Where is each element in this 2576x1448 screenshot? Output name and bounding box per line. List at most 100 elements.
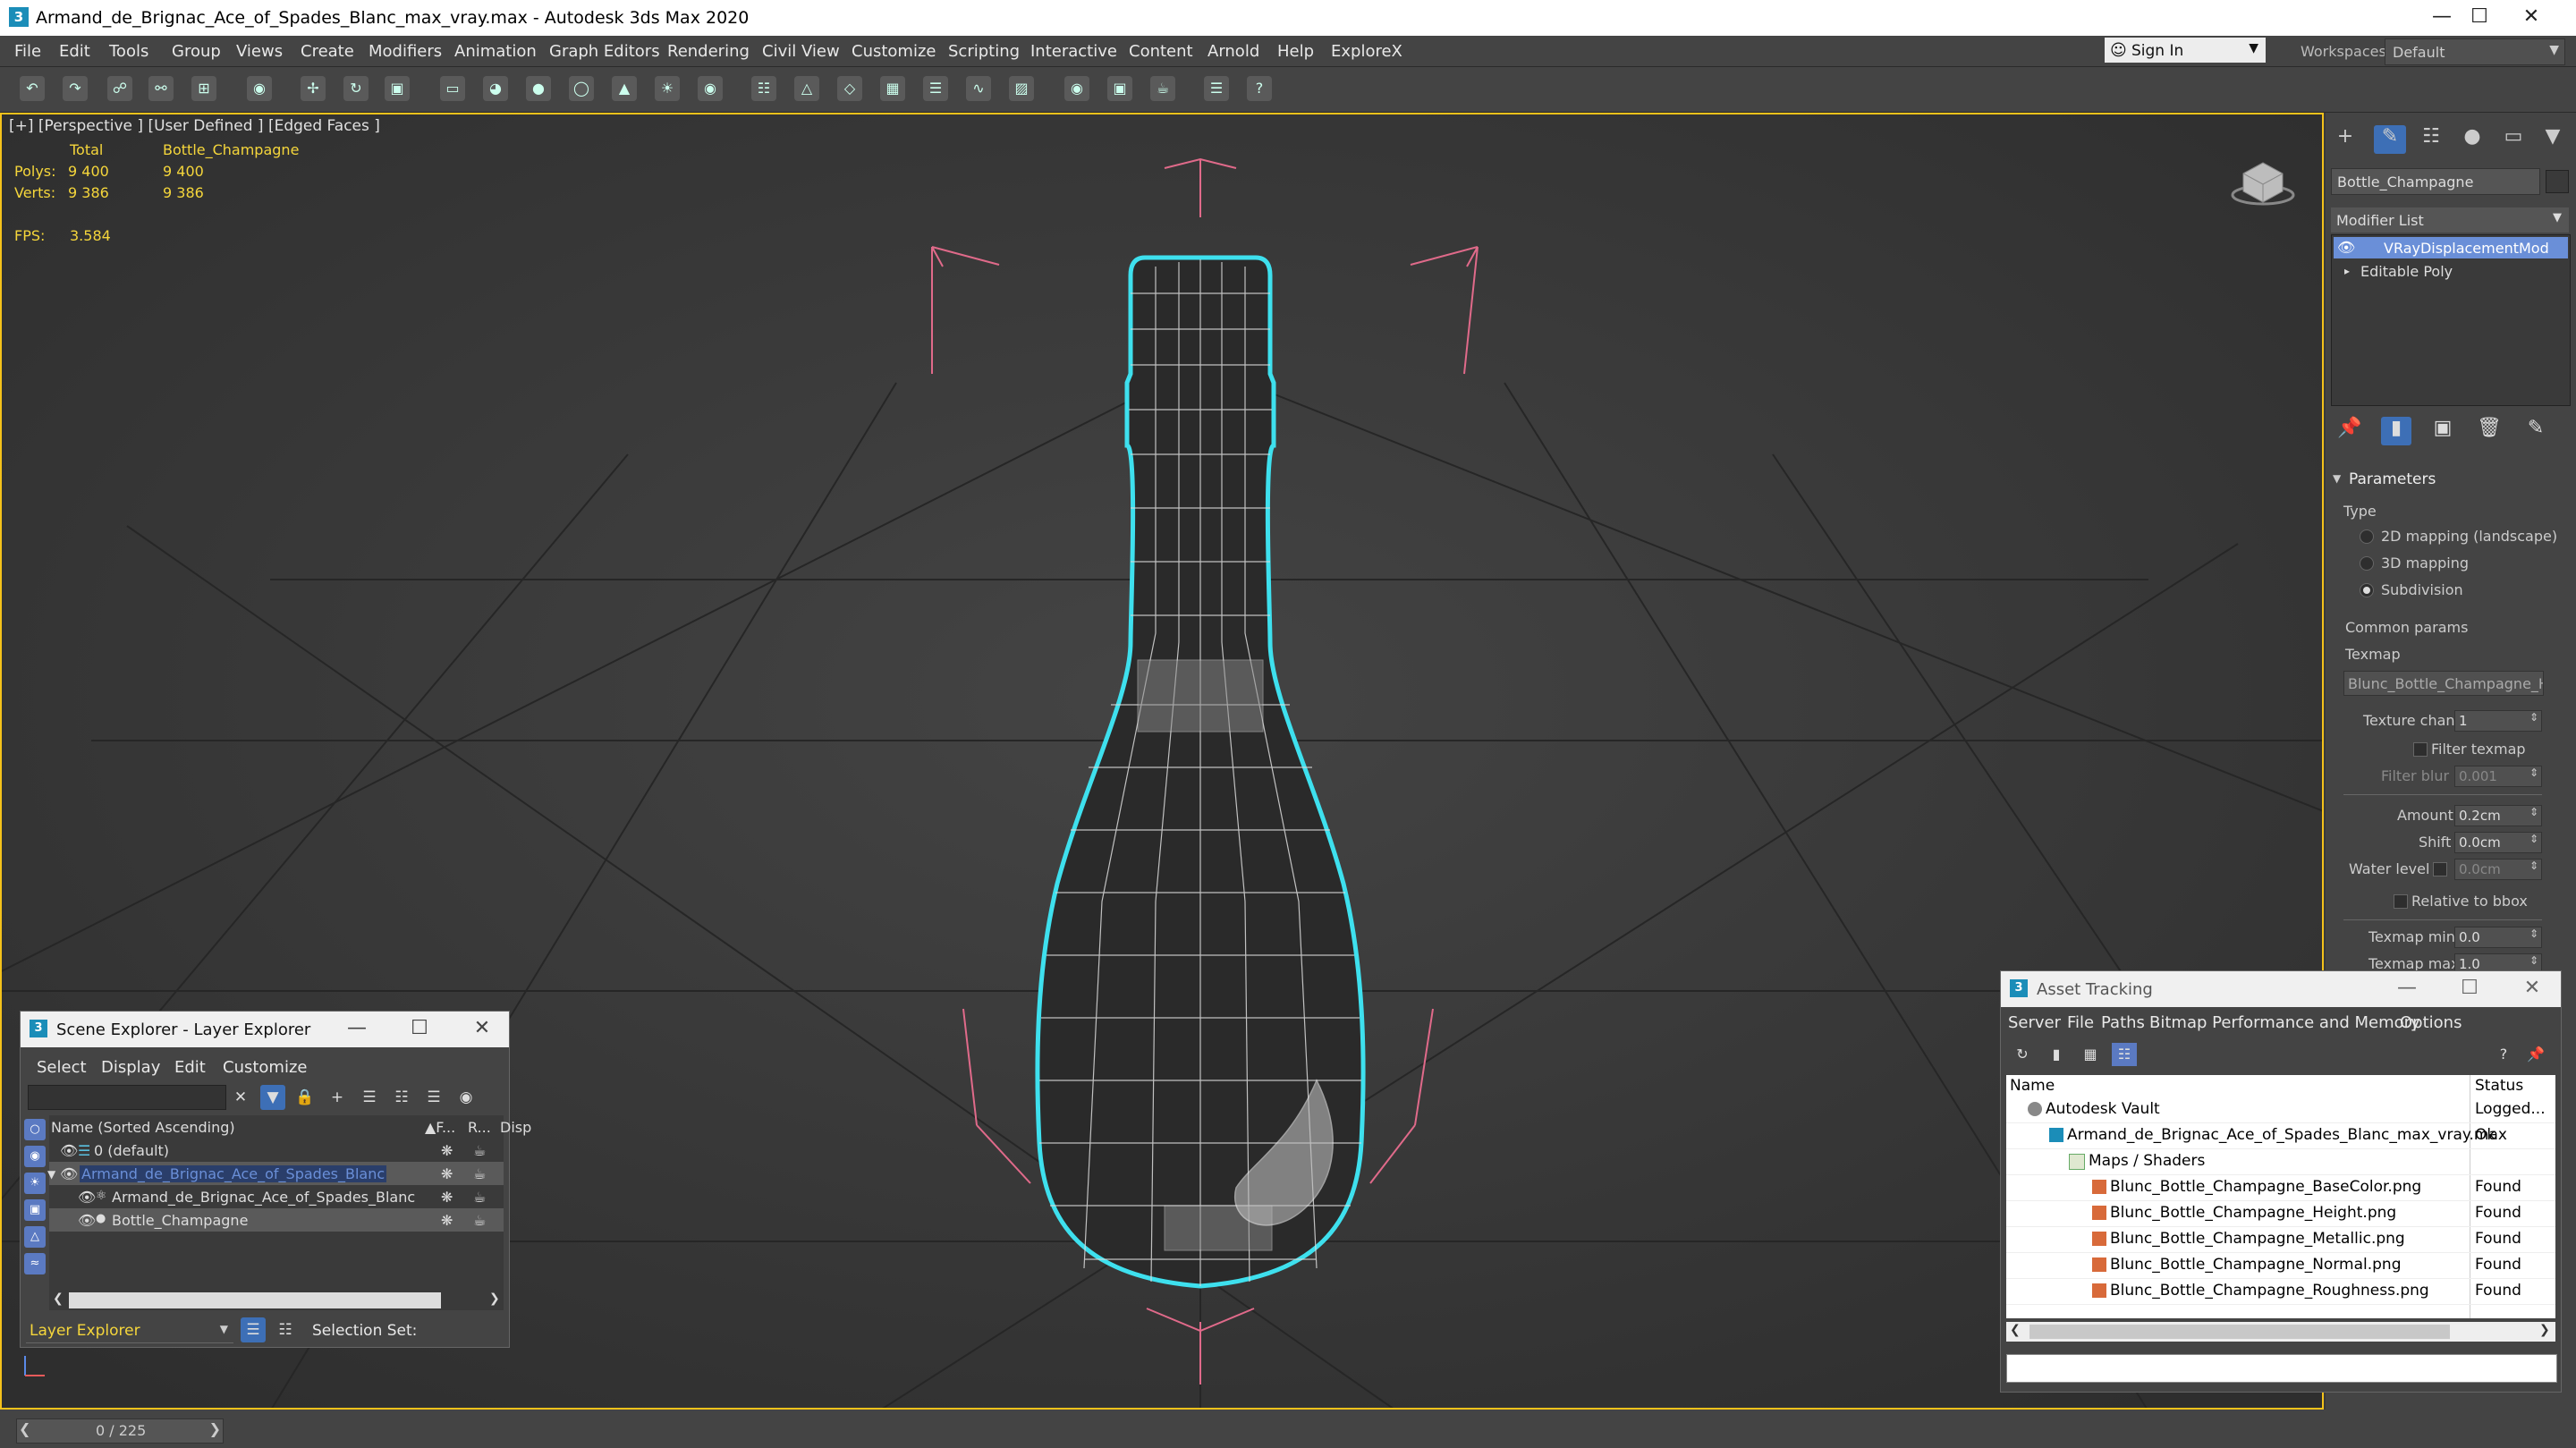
hierarchy-tab-icon[interactable]: ☷ (2415, 125, 2447, 154)
shift-spinner[interactable]: 0.0cm ⇕ (2454, 832, 2542, 853)
at-menu-file[interactable]: File (2067, 1013, 2094, 1032)
highlight-layer-icon[interactable]: ◉ (453, 1085, 479, 1110)
spinner-arrows-icon[interactable]: ⇕ (2529, 711, 2538, 724)
asset-row-max-file[interactable]: Armand_de_Brignac_Ace_of_Spades_Blanc_ma… (2006, 1122, 2555, 1149)
stack-item-vraydisplacementmod[interactable]: 👁 VRayDisplacementMod (2334, 237, 2568, 258)
menu-tools[interactable]: Tools (109, 42, 148, 61)
angle-snap-icon[interactable]: △ (794, 76, 819, 101)
explorer-type-dropdown[interactable]: Layer Explorer ▼ (26, 1319, 233, 1343)
make-unique-icon[interactable]: ▣ (2428, 417, 2458, 445)
sign-in-button[interactable]: ☺ Sign In ▼ (2105, 38, 2266, 63)
status-column-header[interactable]: Status (2475, 1077, 2523, 1095)
select-move-icon[interactable]: ✢ (301, 76, 326, 101)
pin-stack-icon[interactable]: 📌 (2334, 417, 2365, 445)
search-input[interactable] (28, 1085, 226, 1110)
se-menu-display[interactable]: Display (101, 1058, 160, 1077)
close-icon[interactable]: ✕ (2514, 975, 2550, 1002)
display-none-icon[interactable]: ○ (24, 1119, 46, 1140)
relative-to-bbox-checkbox[interactable] (2394, 894, 2408, 909)
texture-chan-spinner[interactable]: 1 ⇕ (2454, 710, 2542, 732)
tree-row-armand-object[interactable]: 👁 ⚛ Armand_de_Brignac_Ace_of_Spades_Blan… (49, 1185, 504, 1208)
scroll-left-icon[interactable]: ❮ (2010, 1323, 2021, 1337)
horizontal-scrollbar[interactable]: ❮ ❯ (2006, 1322, 2555, 1342)
previous-frame-icon[interactable]: ❮ (19, 1420, 30, 1437)
spinner-arrows-icon[interactable]: ⇕ (2529, 954, 2538, 967)
radio-subdivision[interactable] (2360, 583, 2374, 597)
layer-explorer-icon[interactable]: ☰ (241, 1317, 266, 1342)
motion-tab-icon[interactable]: ● (2456, 125, 2488, 154)
asset-row-normal[interactable]: Blunc_Bottle_Champagne_Normal.png Found (2006, 1252, 2555, 1279)
eye-icon[interactable]: 👁 (60, 1165, 78, 1182)
at-menu-server[interactable]: Server (2008, 1013, 2061, 1032)
name-column-header[interactable]: Name (Sorted Ascending) (51, 1119, 235, 1136)
scroll-right-icon[interactable]: ❯ (2539, 1323, 2550, 1337)
hierarchy-view-icon[interactable]: ☷ (273, 1317, 298, 1342)
pin-icon[interactable]: 📌 (2523, 1043, 2548, 1066)
utilities-tab-icon[interactable]: ▼ (2537, 125, 2569, 154)
tree-row-armand-layer[interactable]: ▼ 👁 Armand_de_Brignac_Ace_of_Spades_Blan… (47, 1162, 504, 1185)
freeze-icon[interactable]: ❋ (441, 1212, 453, 1229)
asset-row-vault[interactable]: Autodesk Vault Logged... (2006, 1097, 2555, 1123)
snap-icon[interactable]: ☷ (751, 76, 776, 101)
menu-create[interactable]: Create (301, 42, 354, 61)
eye-icon[interactable]: 👁 (60, 1142, 78, 1159)
table-view-icon[interactable]: ▦ (2078, 1043, 2103, 1066)
spinner-arrows-icon[interactable]: ⇕ (2529, 806, 2538, 818)
scrollbar-thumb[interactable] (2029, 1325, 2450, 1339)
name-column-header[interactable]: Name (2010, 1077, 2055, 1095)
menu-explorex[interactable]: ExploreX (1331, 42, 1402, 61)
asset-row-metallic[interactable]: Blunc_Bottle_Champagne_Metallic.png Foun… (2006, 1226, 2555, 1253)
menu-rendering[interactable]: Rendering (667, 42, 750, 61)
expand-arrow-icon[interactable]: ▸ (2344, 265, 2350, 277)
workspace-dropdown[interactable]: Default ▼ (2385, 38, 2565, 65)
maximize-icon[interactable]: ☐ (2452, 975, 2487, 1002)
radio-3d-mapping[interactable] (2360, 556, 2374, 571)
display-geometry-icon[interactable]: ◉ (24, 1146, 46, 1167)
texmap-min-spinner[interactable]: 0.0 ⇕ (2454, 927, 2542, 948)
menu-views[interactable]: Views (236, 42, 283, 61)
scroll-left-icon[interactable]: ❮ (53, 1291, 64, 1306)
align-icon[interactable]: ▦ (880, 76, 905, 101)
help-icon[interactable]: ? (1247, 76, 1272, 101)
render-teapot-icon[interactable]: ☕ (473, 1142, 486, 1159)
close-icon[interactable]: ✕ (464, 1015, 500, 1042)
display-tab-icon[interactable]: ▭ (2497, 125, 2529, 154)
mirror-icon[interactable]: ◇ (837, 76, 862, 101)
refresh-icon[interactable]: ↻ (2010, 1043, 2035, 1066)
torus-icon[interactable]: ◯ (569, 76, 594, 101)
render-icon[interactable]: ☕ (1150, 76, 1175, 101)
texmap-button[interactable]: Blunc_Bottle_Champagne_Hei (2343, 671, 2544, 696)
hierarchy-icon[interactable]: ☷ (389, 1085, 414, 1110)
layers-icon[interactable]: ☰ (357, 1085, 382, 1110)
modifier-list-dropdown[interactable]: Modifier List ▼ (2331, 207, 2569, 233)
layer-icon[interactable]: ☰ (923, 76, 948, 101)
tree-row-default-layer[interactable]: 👁 ☰ 0 (default) ❋ ☕ (49, 1139, 504, 1162)
help-icon[interactable]: ? (2491, 1043, 2516, 1066)
menu-help[interactable]: Help (1277, 42, 1314, 61)
box-icon[interactable]: ▭ (440, 76, 465, 101)
show-end-result-icon[interactable]: ▮ (2381, 417, 2411, 445)
filter-texmap-checkbox[interactable] (2413, 742, 2428, 757)
scroll-right-icon[interactable]: ❯ (489, 1291, 500, 1306)
menu-customize[interactable]: Customize (852, 42, 936, 61)
bind-icon[interactable]: ⊞ (191, 76, 216, 101)
display-helpers-icon[interactable]: △ (24, 1226, 46, 1248)
display-cameras-icon[interactable]: ▣ (24, 1199, 46, 1221)
water-level-checkbox[interactable] (2433, 862, 2447, 876)
display-column-header[interactable]: Disp (500, 1119, 531, 1136)
render-setup-icon[interactable]: ◉ (1064, 76, 1089, 101)
unlink-icon[interactable]: ⚯ (148, 76, 174, 101)
spinner-arrows-icon[interactable]: ⇕ (2529, 859, 2538, 872)
material-icon[interactable]: ◉ (698, 76, 723, 101)
render-column-header[interactable]: R... (468, 1119, 491, 1136)
select-scale-icon[interactable]: ▣ (385, 76, 410, 101)
spinner-arrows-icon[interactable]: ⇕ (2529, 833, 2538, 845)
at-menu-bitmap-performance[interactable]: Bitmap Performance and Memory (2149, 1013, 2420, 1032)
modify-tab-icon[interactable]: ✎ (2374, 125, 2406, 154)
minimize-icon[interactable]: — (339, 1015, 375, 1042)
se-menu-edit[interactable]: Edit (174, 1058, 206, 1077)
at-menu-paths[interactable]: Paths (2101, 1013, 2145, 1032)
layer-stack-icon[interactable]: ☰ (421, 1085, 446, 1110)
eye-icon[interactable]: 👁 (2337, 239, 2355, 256)
eye-icon[interactable]: 👁 (78, 1189, 96, 1206)
